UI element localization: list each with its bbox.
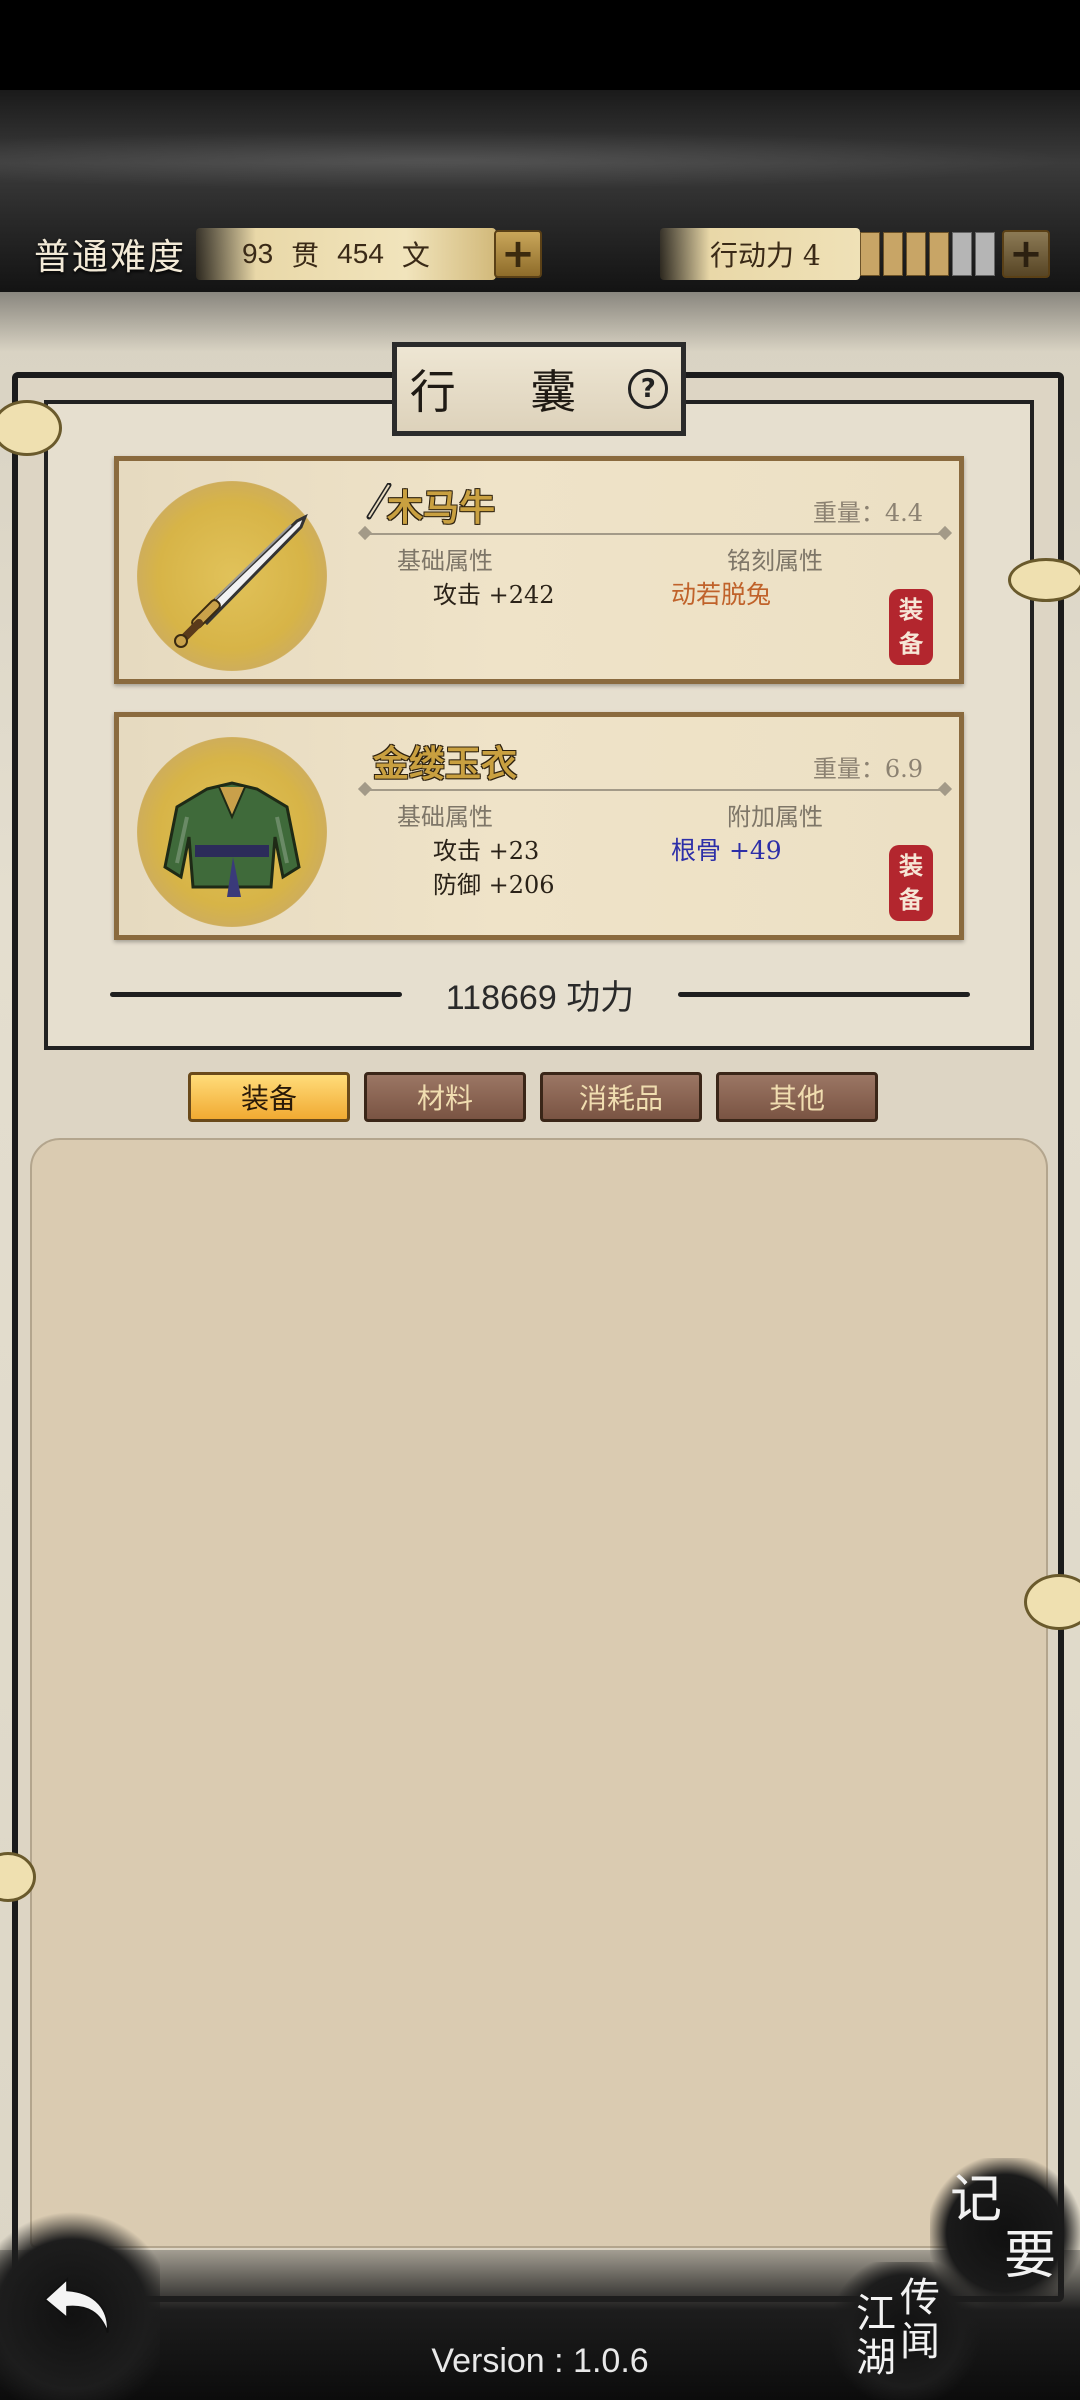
status-bar — [0, 0, 1080, 90]
seal-char: 装 — [899, 851, 923, 880]
back-arrow-icon — [43, 2277, 109, 2333]
equipped-weapon-card[interactable]: 木马牛 重量：4.4 基础属性 铭刻属性 攻击 +242 动若脱兔 装 备 — [114, 456, 964, 684]
sword-icon — [174, 513, 308, 648]
tab-other[interactable]: 其他 — [716, 1072, 878, 1122]
card-divider — [365, 789, 945, 791]
base-stat: 攻击 +23 — [433, 837, 540, 865]
difficulty-label: 普通难度 — [34, 237, 187, 278]
action-points-display: 行动力 4 — [660, 228, 860, 280]
power-value: 118669 — [445, 979, 557, 1017]
action-point-pip — [929, 232, 949, 276]
help-icon[interactable]: ? — [628, 369, 669, 409]
action-point-pip — [883, 232, 903, 276]
action-point-pip-empty — [975, 232, 995, 276]
tab-materials[interactable]: 材料 — [364, 1072, 526, 1122]
item-weight: 重量：6.9 — [812, 755, 923, 783]
item-name: 金缕玉衣 — [373, 743, 518, 785]
plus-icon: + — [501, 231, 535, 277]
guan-unit: 贯 — [291, 239, 320, 272]
notes-char: 要 — [1004, 2226, 1057, 2286]
power-text: 118669 功力 — [110, 970, 970, 1019]
equipped-seal: 装 备 — [889, 589, 933, 665]
seal-char: 备 — [899, 629, 923, 658]
page-title: 行 囊 — [409, 365, 607, 419]
version-label: Version : 1.0.6 — [431, 2342, 649, 2380]
plus-icon: + — [1009, 231, 1043, 277]
power-unit: 功力 — [566, 978, 635, 1018]
add-action-points-button[interactable]: + — [1002, 230, 1050, 278]
item-name: 木马牛 — [387, 487, 496, 529]
seal-char: 备 — [899, 885, 923, 914]
inscription-stat: 动若脱兔 — [671, 580, 772, 609]
base-attributes-header: 基础属性 — [397, 547, 493, 575]
tab-consumables[interactable]: 消耗品 — [540, 1072, 702, 1122]
add-money-button[interactable]: + — [494, 230, 542, 278]
armor-portrait — [137, 737, 327, 927]
bag-title-plate: 行 囊 ? — [392, 342, 686, 436]
item-weight: 重量：4.4 — [812, 499, 923, 527]
inscription-attributes-header: 铭刻属性 — [727, 547, 823, 575]
weapon-portrait — [137, 481, 327, 671]
base-stat: 防御 +206 — [433, 871, 555, 899]
robe-icon — [163, 781, 301, 897]
equipped-seal: 装 备 — [889, 845, 933, 921]
cloud-ornament — [1008, 558, 1080, 602]
action-points-meter — [860, 232, 995, 276]
wen-amount: 454 — [337, 238, 384, 269]
tab-equipment[interactable]: 装备 — [188, 1072, 350, 1122]
inventory-list[interactable] — [30, 1138, 1048, 2248]
action-point-pip — [860, 232, 880, 276]
card-divider — [365, 533, 945, 535]
notes-char: 记 — [950, 2170, 1003, 2230]
extra-attributes-header: 附加属性 — [727, 803, 823, 831]
equipped-armor-card[interactable]: 金缕玉衣 重量：6.9 基础属性 附加属性 攻击 +23 防御 +206 根骨 … — [114, 712, 964, 940]
inventory-tabs: 装备 材料 消耗品 其他 — [188, 1072, 878, 1122]
seal-char: 装 — [899, 595, 923, 624]
money-display: 93 贯 454 文 — [196, 228, 496, 280]
power-summary: 118669 功力 — [110, 966, 970, 1022]
wen-unit: 文 — [401, 239, 430, 272]
action-point-pip-empty — [952, 232, 972, 276]
action-point-pip — [906, 232, 926, 276]
base-attributes-header: 基础属性 — [397, 803, 493, 831]
action-points-label: 行动力 4 — [710, 239, 821, 272]
base-stat: 攻击 +242 — [433, 581, 555, 609]
extra-stat: 根骨 +49 — [671, 836, 782, 865]
guan-amount: 93 — [242, 238, 274, 269]
notes-button[interactable]: 记 要 — [930, 2158, 1080, 2308]
